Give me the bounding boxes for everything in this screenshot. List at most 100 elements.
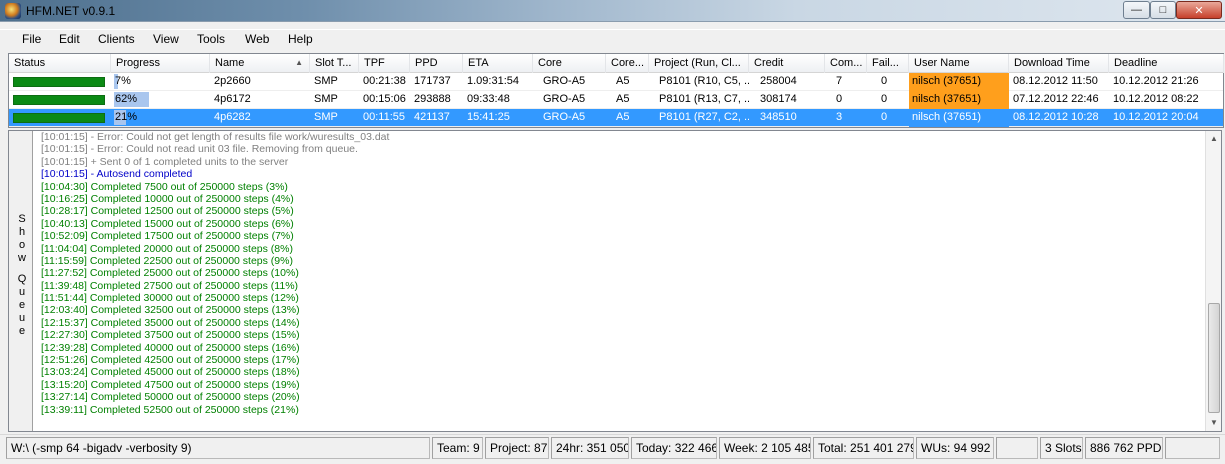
download-time-cell: 07.12.2012 22:46 <box>1013 93 1099 105</box>
log-line: [13:39:11] Completed 52500 out of 250000… <box>41 403 299 416</box>
col-user-name[interactable]: User Name <box>909 54 1009 73</box>
completed-cell: 7 <box>836 75 843 87</box>
download-time-cell: 08.12.2012 10:28 <box>1013 111 1099 123</box>
table-row[interactable]: 21% 4p6282 SMP 00:11:55 421137 15:41:25 … <box>9 109 1223 127</box>
log-line: [10:52:09] Completed 17500 out of 250000… <box>41 230 294 243</box>
core-id-cell: A5 <box>616 93 630 105</box>
menu-clients[interactable]: Clients <box>96 32 137 46</box>
log-line: [10:04:30] Completed 7500 out of 250000 … <box>41 180 288 193</box>
menu-view[interactable]: View <box>151 32 181 46</box>
log-line: [13:27:14] Completed 50000 out of 250000… <box>41 391 300 404</box>
project-cell: P8101 (R27, C2, ... <box>659 111 749 123</box>
status-team: Team: 9 <box>432 437 483 459</box>
project-cell: P8101 (R10, C5, ... <box>659 75 749 87</box>
col-failed[interactable]: Fail... <box>867 54 909 73</box>
maximize-button[interactable]: □ <box>1150 1 1176 19</box>
log-panel[interactable]: ShowQueue [10:01:15] - Error: Could not … <box>8 130 1222 432</box>
failed-cell: 0 <box>881 75 888 87</box>
eta-cell: 15:41:25 <box>467 111 510 123</box>
status-project: Project: 87 <box>485 437 549 459</box>
log-line: [10:16:25] Completed 10000 out of 250000… <box>41 192 294 205</box>
eta-cell: 1.09:31:54 <box>467 75 519 87</box>
deadline-cell: 10.12.2012 08:22 <box>1113 93 1199 105</box>
status-cell <box>9 91 111 109</box>
log-line: [11:39:48] Completed 27500 out of 250000… <box>41 279 299 292</box>
log-line: [13:03:24] Completed 45000 out of 250000… <box>41 366 300 379</box>
col-eta[interactable]: ETA <box>463 54 533 73</box>
show-queue-letter: e <box>18 325 26 337</box>
name-cell: 4p6172 <box>214 93 251 105</box>
menu-file[interactable]: File <box>20 32 43 46</box>
show-queue-letter: h <box>18 226 26 238</box>
table-row[interactable]: 62% 4p6172 SMP 00:15:06 293888 09:33:48 … <box>9 91 1223 109</box>
status-indicator <box>13 113 105 123</box>
failed-cell: 0 <box>881 93 888 105</box>
menu-web[interactable]: Web <box>243 32 271 46</box>
show-queue-letter: o <box>18 239 26 251</box>
col-tpf[interactable]: TPF <box>359 54 410 73</box>
show-queue-letter: w <box>18 252 26 264</box>
completed-cell: 0 <box>836 93 843 105</box>
scroll-down-icon[interactable]: ▼ <box>1206 415 1222 431</box>
slot-type-cell: SMP <box>314 93 338 105</box>
log-line: [11:27:52] Completed 25000 out of 250000… <box>41 267 299 280</box>
table-row[interactable]: 7% 2p2660 SMP 00:21:38 171737 1.09:31:54… <box>9 73 1223 91</box>
col-slot-type[interactable]: Slot T... <box>310 54 359 73</box>
menu-tools[interactable]: Tools <box>195 32 227 46</box>
menu-bar: File Edit Clients View Tools Web Help <box>0 29 1225 49</box>
completed-cell: 3 <box>836 111 843 123</box>
slot-type-cell: SMP <box>314 75 338 87</box>
col-progress[interactable]: Progress <box>111 54 210 73</box>
ppd-cell: 293888 <box>414 93 451 105</box>
col-deadline[interactable]: Deadline <box>1109 54 1224 73</box>
project-cell: P8101 (R13, C7, ... <box>659 93 749 105</box>
log-line: [10:28:17] Completed 12500 out of 250000… <box>41 205 294 218</box>
minimize-button[interactable]: — <box>1123 1 1150 19</box>
status-cell <box>9 109 111 127</box>
show-queue-button[interactable]: ShowQueue <box>9 131 33 431</box>
log-lines: [10:01:15] - Error: Could not get length… <box>41 131 1201 431</box>
col-download-time[interactable]: Download Time <box>1009 54 1109 73</box>
col-core[interactable]: Core <box>533 54 606 73</box>
status-24hr: 24hr: 351 050 <box>551 437 629 459</box>
user-name-cell: nilsch (37651) <box>909 73 1009 91</box>
col-project[interactable]: Project (Run, Cl... <box>649 54 749 73</box>
close-icon: ✕ <box>1194 4 1204 17</box>
status-indicator <box>13 77 105 87</box>
credit-cell: 348510 <box>760 111 797 123</box>
name-cell: 4p6282 <box>214 111 251 123</box>
scroll-up-icon[interactable]: ▲ <box>1206 131 1222 147</box>
menu-help[interactable]: Help <box>286 32 315 46</box>
show-queue-letter: u <box>18 312 26 324</box>
log-line: [12:27:30] Completed 37500 out of 250000… <box>41 329 300 342</box>
log-line: [11:04:04] Completed 20000 out of 250000… <box>41 242 293 255</box>
progress-cell: 62% <box>111 91 210 109</box>
col-ppd[interactable]: PPD <box>410 54 463 73</box>
col-core-id[interactable]: Core... <box>606 54 649 73</box>
status-today: Today: 322 466 <box>631 437 717 459</box>
user-name-cell: nilsch (37651) <box>909 109 1009 127</box>
status-args: W:\ (-smp 64 -bigadv -verbosity 9) <box>6 437 430 459</box>
col-credit[interactable]: Credit <box>749 54 825 73</box>
col-name[interactable]: Name ▲ <box>210 54 310 73</box>
progress-cell: 21% <box>114 110 138 125</box>
maximize-icon: □ <box>1159 4 1167 16</box>
log-line: [12:15:37] Completed 35000 out of 250000… <box>41 316 300 329</box>
grid-header: Status Progress Name ▲ Slot T... TPF PPD … <box>9 54 1224 73</box>
log-line: [10:01:15] - Error: Could not read unit … <box>41 143 358 156</box>
col-status[interactable]: Status <box>9 54 111 73</box>
log-scrollbar[interactable]: ▲ ▼ <box>1205 131 1221 431</box>
scroll-thumb[interactable] <box>1208 303 1220 413</box>
status-bar: W:\ (-smp 64 -bigadv -verbosity 9) Team:… <box>0 434 1225 464</box>
tpf-cell: 00:15:06 <box>363 93 406 105</box>
log-line: [10:01:15] + Sent 0 of 1 completed units… <box>41 155 289 168</box>
log-line: [11:51:44] Completed 30000 out of 250000… <box>41 292 299 305</box>
menu-edit[interactable]: Edit <box>57 32 82 46</box>
download-time-cell: 08.12.2012 11:50 <box>1013 75 1098 87</box>
close-button[interactable]: ✕ <box>1176 1 1222 19</box>
log-line: [13:15:20] Completed 47500 out of 250000… <box>41 378 300 391</box>
progress-cell: 7% <box>114 74 131 89</box>
clients-grid[interactable]: Status Progress Name ▲ Slot T... TPF PPD … <box>8 53 1224 128</box>
ppd-cell: 421137 <box>414 111 450 123</box>
col-completed[interactable]: Com... <box>825 54 867 73</box>
